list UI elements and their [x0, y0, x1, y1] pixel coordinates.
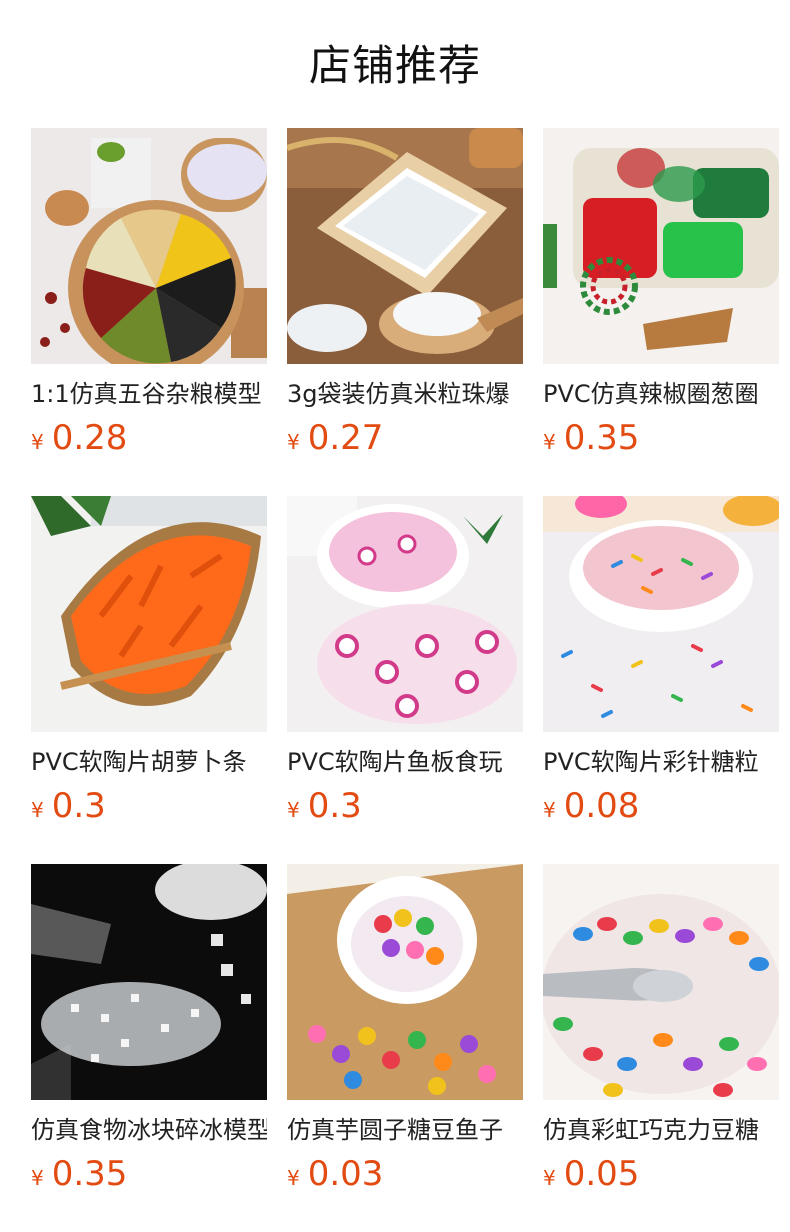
page-title: 店铺推荐 — [308, 41, 481, 90]
product-name[interactable]: PVC软陶片鱼板食玩 — [287, 746, 523, 778]
product-image[interactable] — [543, 496, 779, 732]
product-name[interactable]: 1:1仿真五谷杂粮模型 — [31, 378, 267, 410]
product-card[interactable]: 3g袋装仿真米粒珠爆 ¥0.27 — [287, 128, 523, 464]
price-amount: 0.35 — [51, 1154, 128, 1194]
product-name[interactable]: PVC软陶片彩针糖粒 — [543, 746, 779, 778]
product-card[interactable]: PVC软陶片胡萝卜条 ¥0.3 — [31, 496, 267, 832]
price-amount: 0.03 — [307, 1154, 384, 1194]
product-card[interactable]: 仿真芋圆子糖豆鱼子 ¥0.03 — [287, 864, 523, 1200]
product-price: ¥0.3 — [31, 784, 267, 828]
product-card[interactable]: PVC软陶片鱼板食玩 ¥0.3 — [287, 496, 523, 832]
product-image[interactable] — [543, 864, 779, 1100]
product-price: ¥0.03 — [287, 1152, 523, 1196]
currency-symbol: ¥ — [287, 798, 300, 822]
product-image[interactable] — [287, 864, 523, 1100]
price-amount: 0.05 — [563, 1154, 640, 1194]
price-amount: 0.3 — [307, 786, 362, 826]
product-card[interactable]: 仿真食物冰块碎冰模型 ¥0.35 — [31, 864, 267, 1200]
product-image[interactable] — [31, 864, 267, 1100]
price-amount: 0.35 — [563, 418, 640, 458]
product-name[interactable]: 仿真彩虹巧克力豆糖 — [543, 1114, 779, 1146]
currency-symbol: ¥ — [31, 1166, 44, 1190]
product-image[interactable] — [31, 496, 267, 732]
product-card[interactable]: 仿真彩虹巧克力豆糖 ¥0.05 — [543, 864, 779, 1200]
product-price: ¥0.05 — [543, 1152, 779, 1196]
product-name[interactable]: 仿真食物冰块碎冰模型 — [31, 1114, 267, 1146]
price-amount: 0.27 — [307, 418, 384, 458]
product-price: ¥0.3 — [287, 784, 523, 828]
product-name[interactable]: 仿真芋圆子糖豆鱼子 — [287, 1114, 523, 1146]
product-image[interactable] — [31, 128, 267, 364]
currency-symbol: ¥ — [287, 430, 300, 454]
currency-symbol: ¥ — [287, 1166, 300, 1190]
product-card[interactable]: PVC仿真辣椒圈葱圈 ¥0.35 — [543, 128, 779, 464]
product-name[interactable]: PVC软陶片胡萝卜条 — [31, 746, 267, 778]
currency-symbol: ¥ — [543, 1166, 556, 1190]
product-card[interactable]: PVC软陶片彩针糖粒 ¥0.08 — [543, 496, 779, 832]
product-image[interactable] — [543, 128, 779, 364]
product-name[interactable]: PVC仿真辣椒圈葱圈 — [543, 378, 779, 410]
product-image[interactable] — [287, 496, 523, 732]
currency-symbol: ¥ — [31, 798, 44, 822]
product-image[interactable] — [287, 128, 523, 364]
product-card[interactable]: 1:1仿真五谷杂粮模型 ¥0.28 — [31, 128, 267, 464]
price-amount: 0.28 — [51, 418, 128, 458]
product-grid: 1:1仿真五谷杂粮模型 ¥0.28 3g袋装仿真米粒珠爆 ¥ 0.27 PVC仿… — [31, 128, 779, 1200]
recommend-page: 店铺推荐 1:1仿真五谷杂粮模型 ¥ 0.28 3g袋装仿真米粒珠爆 ¥ 0.2… — [0, 0, 790, 1232]
product-price: ¥0.28 — [31, 416, 267, 460]
product-price: ¥0.35 — [543, 416, 779, 460]
product-price: ¥0.27 — [287, 416, 523, 460]
currency-symbol: ¥ — [31, 430, 44, 454]
currency-symbol: ¥ — [543, 798, 556, 822]
product-price: ¥0.35 — [31, 1152, 267, 1196]
price-amount: 0.08 — [563, 786, 640, 826]
product-name[interactable]: 3g袋装仿真米粒珠爆 — [287, 378, 523, 410]
price-amount: 0.3 — [51, 786, 106, 826]
product-price: ¥0.08 — [543, 784, 779, 828]
currency-symbol: ¥ — [543, 430, 556, 454]
